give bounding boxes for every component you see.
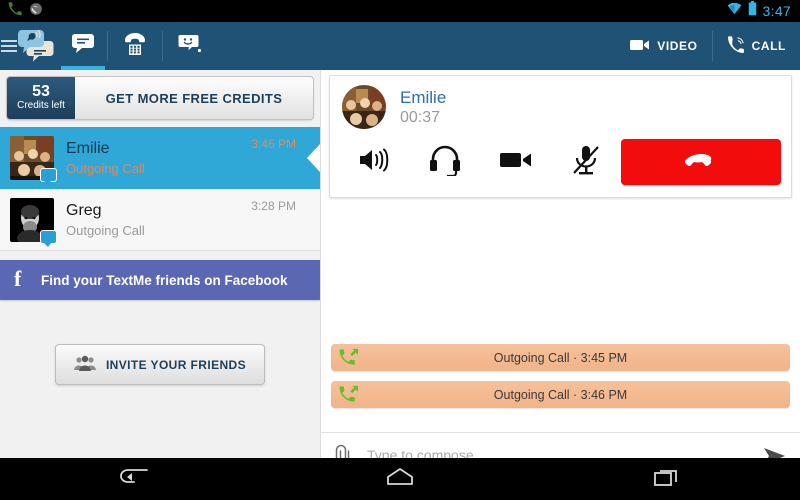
video-toggle-button[interactable] <box>481 139 551 185</box>
battery-icon <box>748 1 757 21</box>
call-contact-name: Emilie <box>400 87 447 107</box>
facebook-banner[interactable]: f Find your TextMe friends on Facebook <box>0 260 320 300</box>
active-call-card: Emilie 00:37 <box>329 75 792 198</box>
chat-bubble-icon <box>71 33 95 60</box>
video-button[interactable]: VIDEO <box>616 22 711 70</box>
facebook-banner-label: Find your TextMe friends on Facebook <box>41 272 288 288</box>
video-camera-icon <box>630 38 650 55</box>
people-group-icon <box>73 355 96 374</box>
avatar <box>10 136 57 185</box>
conversation-sidebar: 53 Credits left GET MORE FREE CREDITS Em… <box>0 70 320 478</box>
call-header: Emilie 00:37 <box>330 76 791 133</box>
wifi-icon <box>727 2 742 20</box>
conversation-subtitle: Outgoing Call <box>66 222 145 238</box>
mic-muted-icon <box>571 144 601 181</box>
action-bar: VIDEO CALL <box>0 22 800 70</box>
call-controls <box>330 133 791 197</box>
call-meta: Emilie 00:37 <box>400 88 446 127</box>
call-phone-icon <box>727 35 745 57</box>
conversation-item-greg[interactable]: Greg Outgoing Call 3:28 PM <box>0 189 320 251</box>
tab-messages[interactable] <box>59 22 107 70</box>
status-bar: 3:47 <box>0 0 800 22</box>
call-log-text: Outgoing Call · 3:46 PM <box>493 387 628 402</box>
status-bar-right-icons: 3:47 <box>727 1 800 21</box>
speaker-icon <box>358 145 392 180</box>
credits-bar[interactable]: 53 Credits left GET MORE FREE CREDITS <box>6 76 314 120</box>
smiley-sticker-icon <box>178 33 202 60</box>
credits-badge: 53 Credits left <box>7 77 75 119</box>
facebook-icon: f <box>14 266 22 291</box>
recents-icon <box>653 466 681 493</box>
avatar <box>10 197 57 247</box>
action-bar-actions: VIDEO CALL <box>616 22 800 70</box>
invite-friends-label: INVITE YOUR FRIENDS <box>105 357 247 372</box>
video-button-label: VIDEO <box>657 39 698 53</box>
home-button[interactable] <box>365 458 435 500</box>
recents-button[interactable] <box>632 458 702 500</box>
conversation-name: Greg <box>66 201 102 219</box>
hangup-icon <box>682 150 720 175</box>
phone-icon <box>8 1 22 21</box>
invite-area: INVITE YOUR FRIENDS <box>0 344 320 385</box>
textme-logo-icon[interactable] <box>14 27 58 67</box>
video-camera-icon <box>499 150 532 175</box>
conversation-text: Emilie Outgoing Call <box>66 140 251 176</box>
conversation-text: Greg Outgoing Call <box>66 202 251 238</box>
app-notification-icon <box>29 2 43 21</box>
tab-stickers[interactable] <box>163 22 217 70</box>
status-bar-clock: 3:47 <box>762 3 791 19</box>
speaker-button[interactable] <box>340 139 410 185</box>
call-log-item[interactable]: Outgoing Call · 3:46 PM <box>331 381 790 408</box>
android-nav-bar <box>0 458 800 500</box>
credits-label: Credits left <box>17 100 65 112</box>
invite-friends-button[interactable]: INVITE YOUR FRIENDS <box>54 344 266 385</box>
call-log-list: Outgoing Call · 3:45 PM Outgoing Call · … <box>321 344 800 418</box>
tab-dialer[interactable] <box>108 22 162 70</box>
outgoing-call-icon <box>339 348 359 371</box>
get-more-credits-button[interactable]: GET MORE FREE CREDITS <box>75 77 313 119</box>
message-badge-icon <box>40 229 57 247</box>
conversation-time: 3:46 PM <box>251 137 296 151</box>
tab-bar <box>59 22 217 70</box>
back-button[interactable] <box>98 458 168 500</box>
call-button-label: CALL <box>751 39 786 53</box>
chat-panel: Emilie 00:37 Outgoing Call · 3:45 PM Out… <box>320 70 800 478</box>
conversation-name: Emilie <box>66 140 110 157</box>
outgoing-call-icon <box>339 385 359 408</box>
credits-count: 53 <box>32 83 50 101</box>
headset-icon <box>428 144 462 181</box>
device-screen: 3:47 VIDEO CALL 53 Credits left GET MORE… <box>0 0 800 500</box>
conversation-list: Emilie Outgoing Call 3:46 PM Greg Outgoi… <box>0 127 320 251</box>
hangup-button[interactable] <box>621 139 781 185</box>
call-log-item[interactable]: Outgoing Call · 3:45 PM <box>331 344 790 371</box>
conversation-item-emilie[interactable]: Emilie Outgoing Call 3:46 PM <box>0 127 320 189</box>
mute-button[interactable] <box>551 139 621 185</box>
call-log-text: Outgoing Call · 3:45 PM <box>493 350 628 365</box>
status-bar-left-icons <box>0 1 43 21</box>
dialpad-phone-icon <box>122 32 148 61</box>
call-avatar <box>342 85 386 129</box>
message-badge-icon <box>40 168 57 185</box>
conversation-subtitle: Outgoing Call <box>66 161 145 176</box>
call-button[interactable]: CALL <box>713 22 800 70</box>
home-icon <box>385 466 415 493</box>
call-duration: 00:37 <box>400 108 441 126</box>
back-icon <box>118 466 149 493</box>
conversation-time: 3:28 PM <box>251 199 296 213</box>
headset-button[interactable] <box>410 139 480 185</box>
